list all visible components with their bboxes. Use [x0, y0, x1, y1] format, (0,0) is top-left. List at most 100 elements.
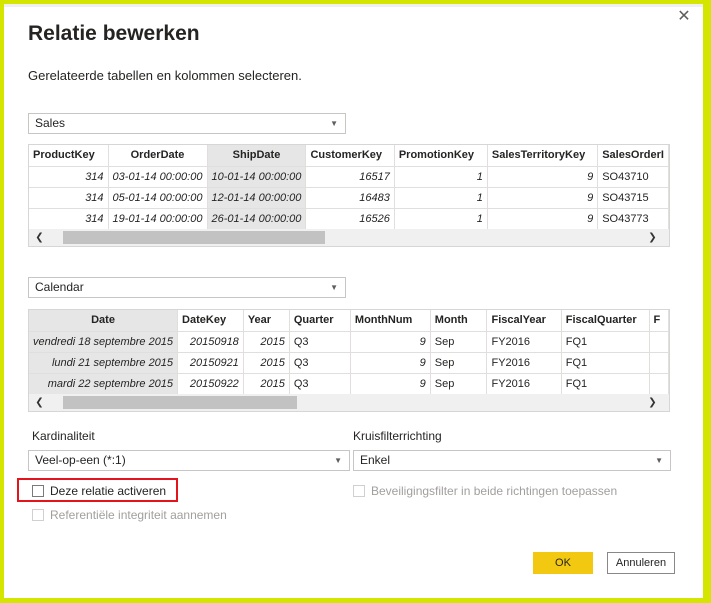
table2-select[interactable]: Calendar ▼ [28, 277, 346, 298]
dialog-title: Relatie bewerken [28, 22, 200, 45]
table-cell: 16517 [305, 166, 395, 188]
table-cell: FY2016 [486, 352, 562, 374]
table-cell [649, 331, 669, 353]
table-cell: 1 [394, 187, 488, 209]
table1-col-header[interactable]: SalesTerritoryKey [487, 145, 599, 167]
table1-col-header[interactable]: PromotionKey [394, 145, 488, 167]
table-cell: 05-01-14 00:00:00 [108, 187, 208, 209]
table-cell: 314 [29, 166, 109, 188]
table-row: 314 03-01-14 00:00:00 10-01-14 00:00:00 … [29, 166, 669, 188]
table-cell: Sep [430, 352, 488, 374]
table1-select-value: Sales [35, 116, 66, 130]
table-cell: 1 [394, 208, 488, 230]
scrollbar-thumb[interactable] [63, 396, 297, 409]
table-cell: 03-01-14 00:00:00 [108, 166, 208, 188]
crossfilter-select[interactable]: Enkel ▼ [353, 450, 671, 471]
table-cell: 314 [29, 187, 109, 209]
edit-relationship-dialog: ✕ Relatie bewerken Gerelateerde tabellen… [4, 4, 703, 598]
crossfilter-label: Kruisfilterrichting [353, 429, 442, 443]
table2-col-header[interactable]: Month [430, 310, 488, 332]
chevron-down-icon: ▼ [655, 456, 663, 465]
table1-col-header-selected[interactable]: ShipDate [207, 145, 307, 167]
table-cell: 9 [487, 208, 599, 230]
table2-col-header[interactable]: DateKey [177, 310, 244, 332]
table-cell: SO43773 [597, 208, 669, 230]
chevron-down-icon: ▼ [330, 283, 338, 292]
activate-relationship-label: Deze relatie activeren [50, 484, 167, 498]
dialog-subtitle: Gerelateerde tabellen en kolommen select… [28, 68, 302, 83]
table-cell: 20150918 [177, 331, 244, 353]
table1-preview-grid: ProductKey OrderDate ShipDate CustomerKe… [28, 144, 670, 247]
table2-col-header-selected[interactable]: Date [29, 310, 179, 332]
table-cell: 2015 [243, 373, 290, 395]
table2-horizontal-scrollbar[interactable]: ❮ ❯ [29, 394, 669, 411]
table-cell: 16526 [305, 208, 395, 230]
table-row: vendredi 18 septembre 2015 20150918 2015… [29, 331, 669, 353]
table2-preview-grid: Date DateKey Year Quarter MonthNum Month… [28, 309, 670, 412]
table1-col-header[interactable]: CustomerKey [305, 145, 395, 167]
table2-col-header[interactable]: Quarter [289, 310, 351, 332]
table-cell: FQ1 [561, 352, 650, 374]
scroll-right-icon[interactable]: ❯ [644, 229, 661, 246]
table-cell: 19-01-14 00:00:00 [108, 208, 208, 230]
scroll-left-icon[interactable]: ❮ [31, 229, 48, 246]
table2-col-header[interactable]: FiscalYear [486, 310, 562, 332]
cancel-button[interactable]: Annuleren [607, 552, 675, 574]
table-cell: Q3 [289, 331, 351, 353]
table-cell: 9 [350, 373, 431, 395]
table-cell: 9 [487, 166, 599, 188]
table-row: mardi 22 septembre 2015 20150922 2015 Q3… [29, 373, 669, 395]
table1-horizontal-scrollbar[interactable]: ❮ ❯ [29, 229, 669, 246]
table-cell [649, 373, 669, 395]
table-cell: SO43710 [597, 166, 669, 188]
table-cell: Q3 [289, 352, 351, 374]
table-row: 314 19-01-14 00:00:00 26-01-14 00:00:00 … [29, 208, 669, 230]
table-cell: 9 [487, 187, 599, 209]
table-cell: FY2016 [486, 331, 562, 353]
table1-col-header[interactable]: SalesOrderI [597, 145, 669, 167]
table-cell: Q3 [289, 373, 351, 395]
chevron-down-icon: ▼ [330, 119, 338, 128]
table-cell: 16483 [305, 187, 395, 209]
chevron-down-icon: ▼ [334, 456, 342, 465]
scrollbar-thumb[interactable] [63, 231, 325, 244]
scroll-right-icon[interactable]: ❯ [644, 394, 661, 411]
table-cell: lundi 21 septembre 2015 [29, 352, 179, 374]
table2-col-header[interactable]: F [649, 310, 669, 332]
crossfilter-value: Enkel [360, 453, 391, 467]
activate-relationship-checkbox[interactable]: Deze relatie activeren [32, 484, 166, 498]
checkbox-icon[interactable] [32, 485, 44, 497]
table-row: lundi 21 septembre 2015 20150921 2015 Q3… [29, 352, 669, 374]
table-cell: Sep [430, 331, 488, 353]
table-cell: 20150921 [177, 352, 244, 374]
checkbox-icon[interactable] [32, 509, 44, 521]
table-cell: 20150922 [177, 373, 244, 395]
checkbox-icon[interactable] [353, 485, 365, 497]
close-icon[interactable]: ✕ [674, 7, 694, 27]
table1-col-header[interactable]: ProductKey [29, 145, 109, 167]
table-cell: FQ1 [561, 373, 650, 395]
table-cell: Sep [430, 373, 488, 395]
table-cell: 9 [350, 331, 431, 353]
cardinality-select[interactable]: Veel-op-een (*:1) ▼ [28, 450, 350, 471]
table-cell: 10-01-14 00:00:00 [207, 166, 307, 188]
table-cell: 12-01-14 00:00:00 [207, 187, 307, 209]
table-cell: SO43715 [597, 187, 669, 209]
table-cell: 2015 [243, 331, 290, 353]
scroll-left-icon[interactable]: ❮ [31, 394, 48, 411]
table-cell: 1 [394, 166, 488, 188]
table2-select-value: Calendar [35, 280, 84, 294]
table-cell: FY2016 [486, 373, 562, 395]
ok-button[interactable]: OK [533, 552, 593, 574]
security-filter-checkbox[interactable]: Beveiligingsfilter in beide richtingen t… [353, 484, 617, 498]
table-cell: vendredi 18 septembre 2015 [29, 331, 179, 353]
referential-integrity-checkbox[interactable]: Referentiële integriteit aannemen [32, 508, 227, 522]
table-cell: mardi 22 septembre 2015 [29, 373, 179, 395]
referential-integrity-label: Referentiële integriteit aannemen [50, 508, 227, 522]
table-cell: 9 [350, 352, 431, 374]
table1-col-header[interactable]: OrderDate [108, 145, 208, 167]
table2-col-header[interactable]: MonthNum [350, 310, 431, 332]
table2-col-header[interactable]: FiscalQuarter [561, 310, 650, 332]
table2-col-header[interactable]: Year [243, 310, 290, 332]
table1-select[interactable]: Sales ▼ [28, 113, 346, 134]
